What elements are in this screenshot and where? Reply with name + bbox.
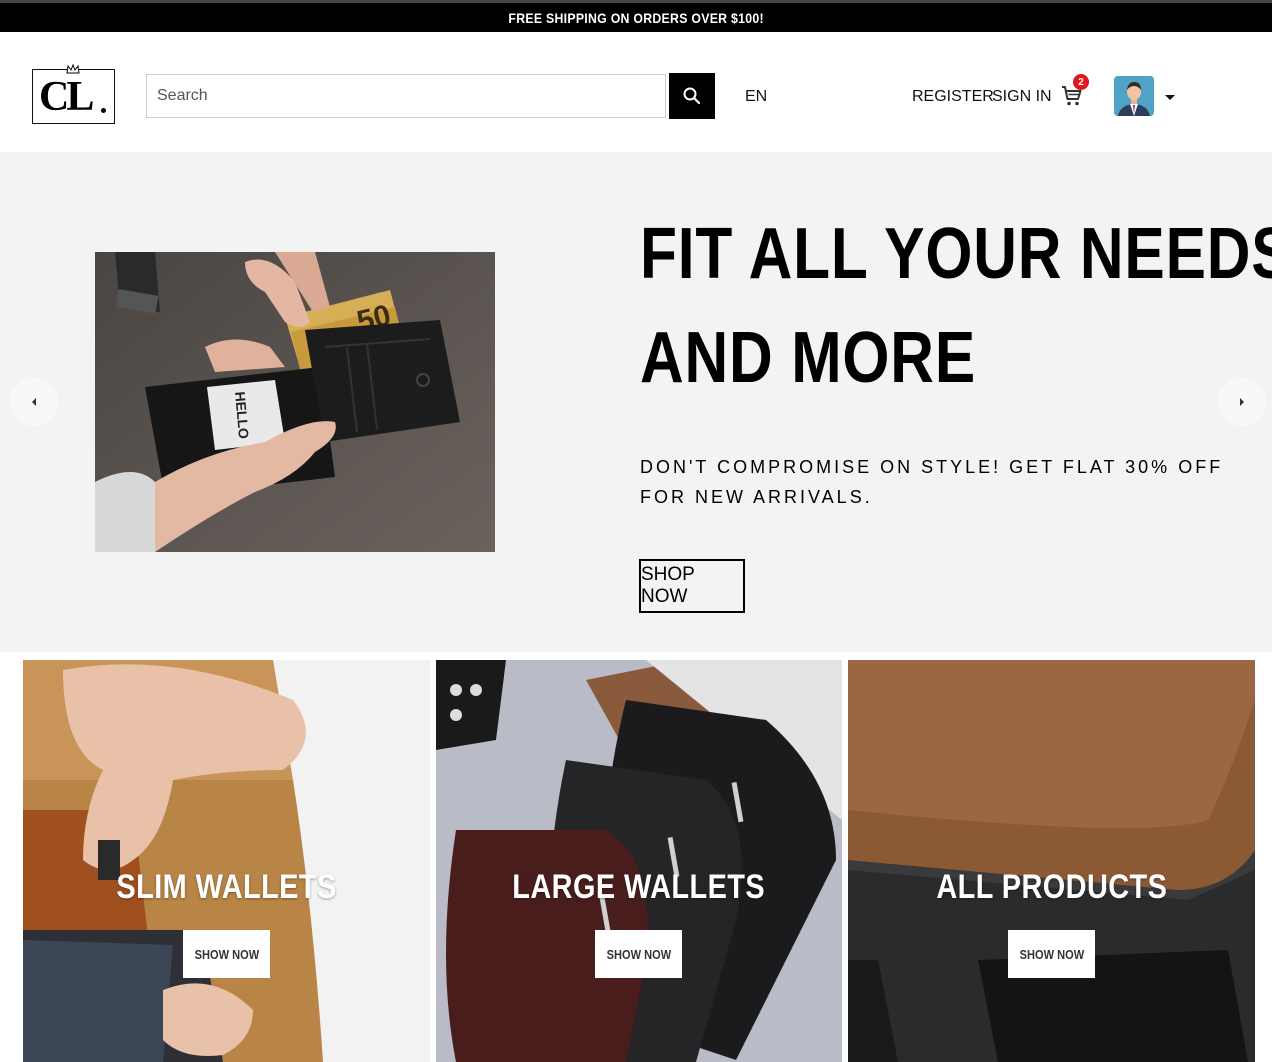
announcement-text: FREE SHIPPING ON ORDERS OVER $100! <box>508 9 764 26</box>
language-selector[interactable]: EN <box>745 88 767 106</box>
hero-banner: 50 HELLO FIT ALL YOUR NEEDS AND MORE DON… <box>0 152 1272 652</box>
chevron-right-icon <box>1240 398 1244 406</box>
site-logo[interactable]: CL <box>32 64 115 124</box>
large-wallets-image <box>436 660 842 1062</box>
avatar[interactable] <box>1114 76 1154 116</box>
wallet-photo: 50 HELLO <box>95 252 495 552</box>
hero-image: 50 HELLO <box>95 252 495 552</box>
shop-now-button[interactable]: SHOP NOW <box>639 559 745 613</box>
logo-mark: CL <box>39 74 94 120</box>
category-title: LARGE WALLETS <box>512 868 766 906</box>
category-title: ALL PRODUCTS <box>936 868 1167 906</box>
category-card-all-products[interactable]: ALL PRODUCTS SHOW NOW <box>848 660 1255 1062</box>
logo-dot <box>101 108 106 113</box>
hero-title-line2: AND MORE <box>640 318 976 398</box>
all-products-image <box>848 660 1255 1062</box>
show-now-button[interactable]: SHOW NOW <box>183 930 270 978</box>
chevron-left-icon <box>32 398 36 406</box>
show-now-button[interactable]: SHOW NOW <box>1008 930 1095 978</box>
carousel-next-button[interactable] <box>1218 378 1266 426</box>
slim-wallets-image <box>23 660 430 1062</box>
register-link[interactable]: REGISTER <box>912 88 994 106</box>
search-field[interactable] <box>146 74 666 118</box>
search-icon <box>683 87 701 105</box>
cart-count-badge: 2 <box>1073 74 1089 90</box>
category-grid: SLIM WALLETS SHOW NOW LARGE WALLETS SHOW… <box>0 660 1272 1062</box>
hero-title-line1: FIT ALL YOUR NEEDS <box>640 214 1272 294</box>
caret-down-icon[interactable] <box>1165 95 1175 100</box>
site-header: CL EN REGISTER SIGN IN 2 <box>0 32 1272 152</box>
search-input[interactable] <box>147 75 665 117</box>
category-card-large-wallets[interactable]: LARGE WALLETS SHOW NOW <box>436 660 842 1062</box>
show-now-button[interactable]: SHOW NOW <box>595 930 682 978</box>
hero-subtitle: DON'T COMPROMISE ON STYLE! GET FLAT 30% … <box>640 457 1224 507</box>
carousel-prev-button[interactable] <box>10 378 58 426</box>
category-card-slim-wallets[interactable]: SLIM WALLETS SHOW NOW <box>23 660 430 1062</box>
search-button[interactable] <box>669 73 715 119</box>
announcement-bar: FREE SHIPPING ON ORDERS OVER $100! <box>0 0 1272 32</box>
avatar-icon <box>1114 76 1154 116</box>
hero-title: FIT ALL YOUR NEEDS AND MORE <box>640 202 1272 410</box>
category-title: SLIM WALLETS <box>116 868 337 906</box>
signin-link[interactable]: SIGN IN <box>992 88 1052 106</box>
